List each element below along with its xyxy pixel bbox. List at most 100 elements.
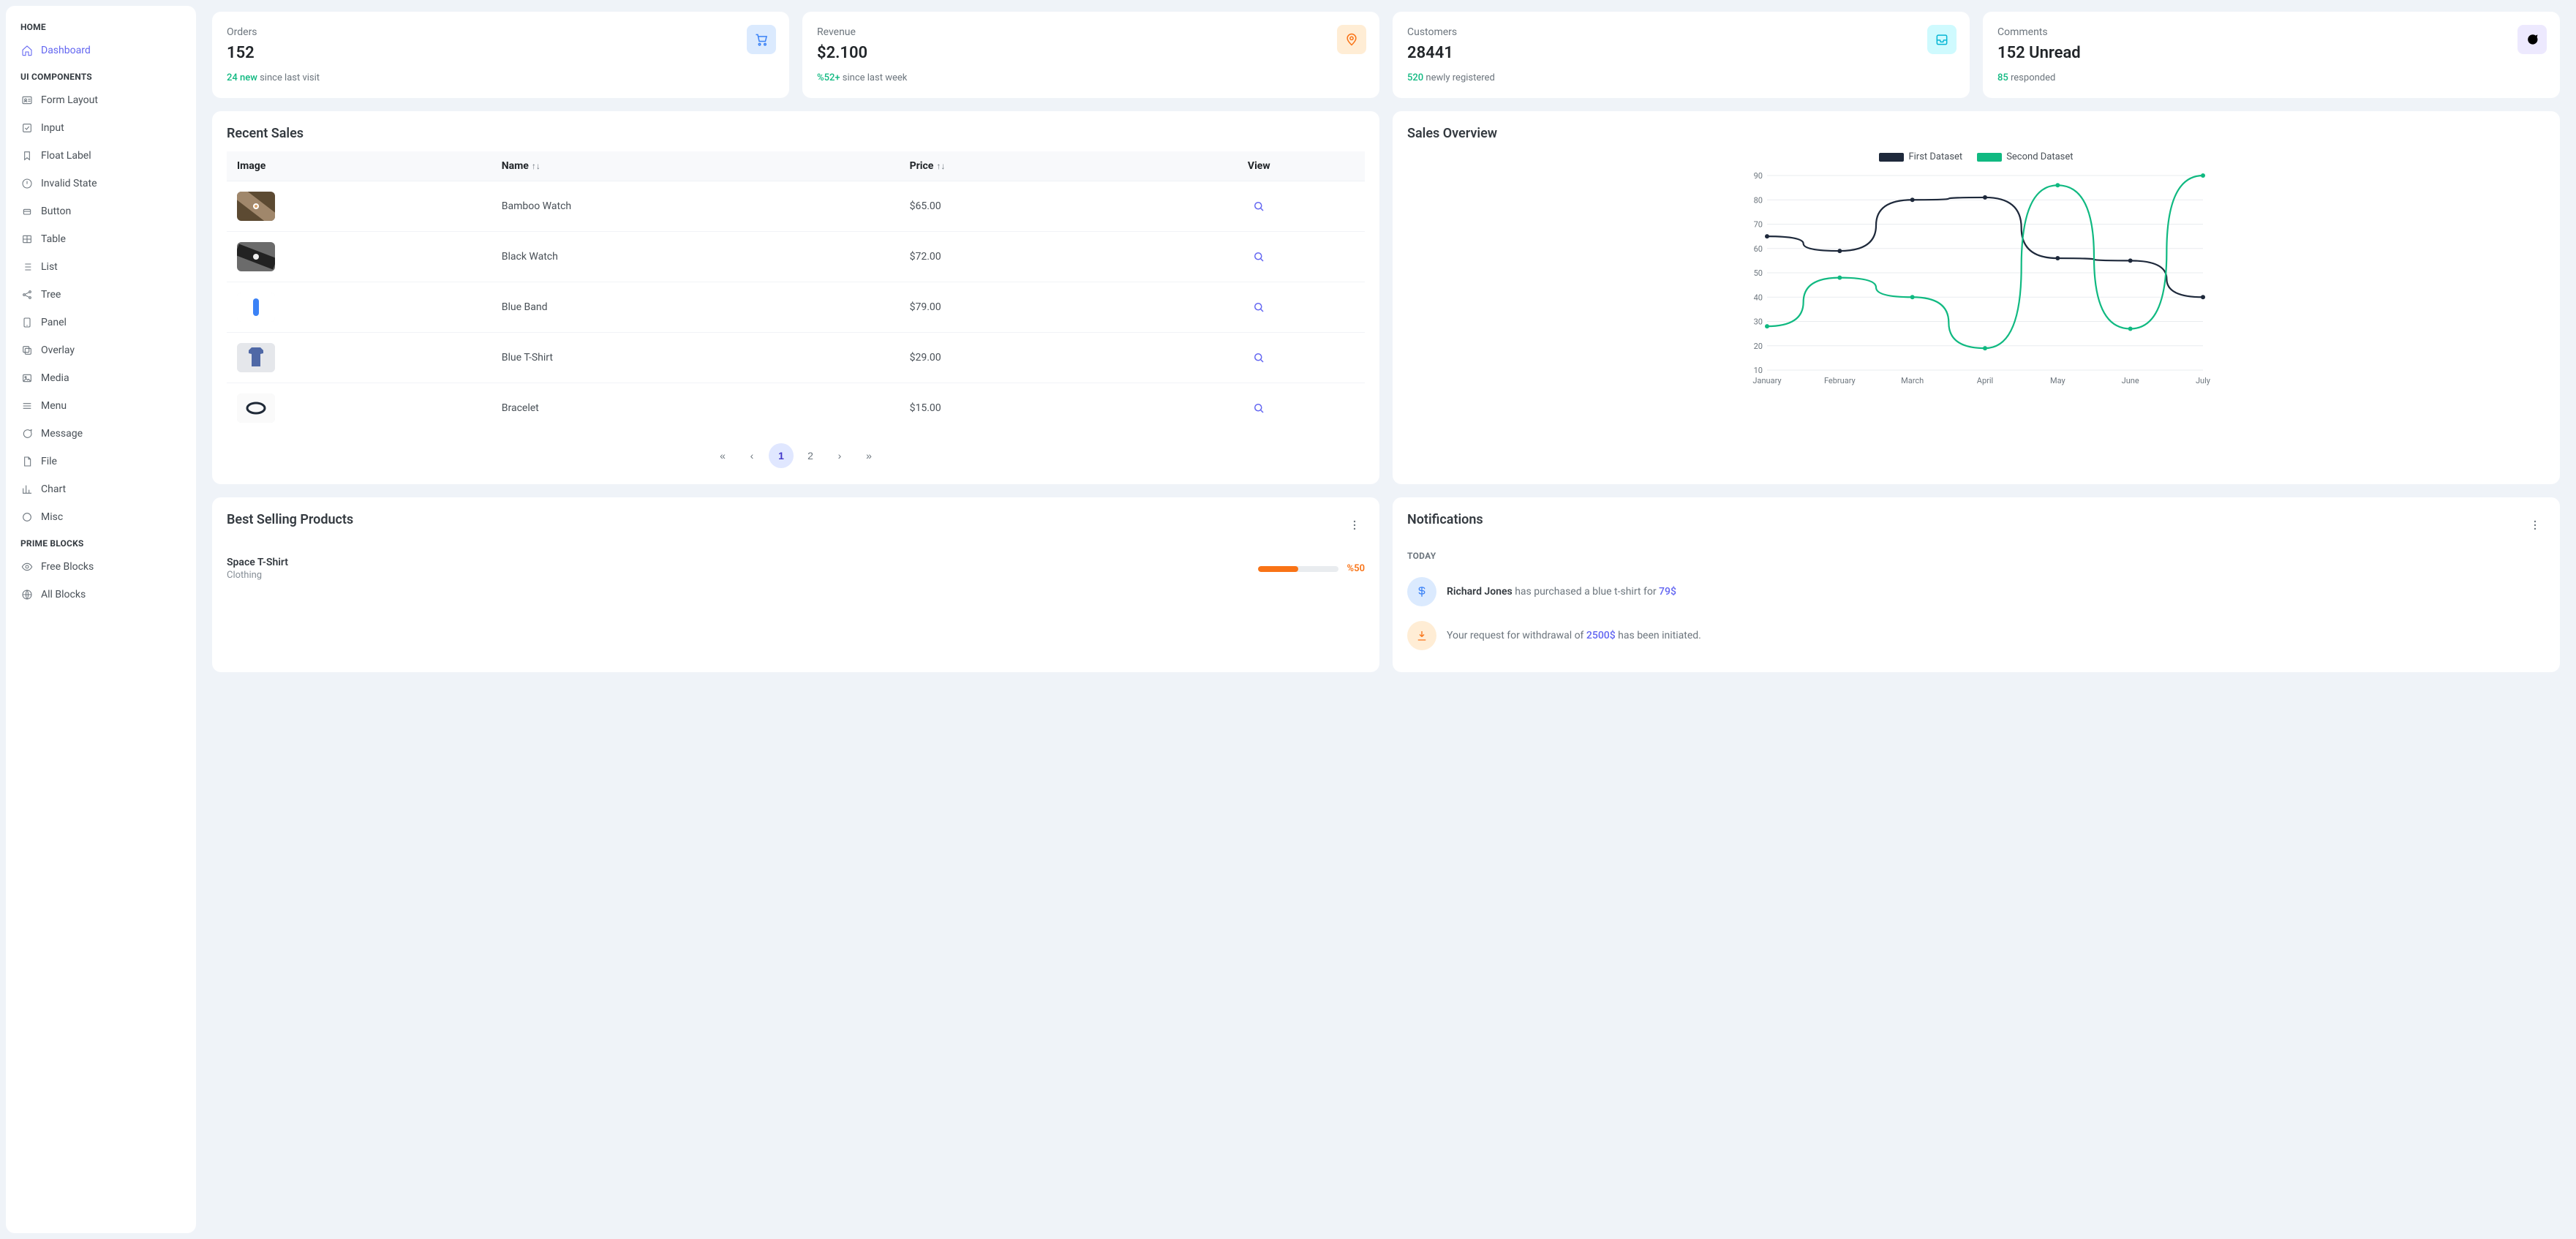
view-button[interactable]: [1246, 395, 1272, 421]
inbox-icon: [1927, 25, 1957, 54]
sidebar-item-dashboard[interactable]: Dashboard: [12, 37, 190, 64]
chart-bar-icon: [20, 483, 34, 496]
product-price: $15.00: [900, 383, 1153, 434]
notif-text: Your request for withdrawal of 2500$ has…: [1447, 630, 1701, 641]
page-2[interactable]: 2: [798, 443, 823, 468]
sidebar-item-media[interactable]: Media: [12, 364, 190, 392]
sidebar-item-tree[interactable]: Tree: [12, 281, 190, 309]
recent-sales-title: Recent Sales: [227, 126, 1365, 141]
clone-icon: [20, 344, 34, 357]
svg-text:July: July: [2196, 376, 2211, 385]
sidebar-item-button[interactable]: Button: [12, 197, 190, 225]
table-row: Blue Band$79.00: [227, 282, 1365, 333]
sort-icon: ↑↓: [936, 161, 945, 171]
svg-text:10: 10: [1754, 366, 1763, 375]
sidebar-item-free-blocks[interactable]: Free Blocks: [12, 553, 190, 581]
stat-title: Customers: [1407, 26, 1955, 38]
page-prev[interactable]: ‹: [739, 443, 764, 468]
box-icon: [20, 205, 34, 218]
sidebar-item-label: Form Layout: [41, 94, 98, 106]
product-thumb: [237, 293, 275, 322]
sidebar-item-label: List: [41, 261, 58, 273]
image-icon: [20, 372, 34, 385]
product-name: Bamboo Watch: [492, 181, 900, 232]
chart-legend: First Dataset Second Dataset: [1407, 151, 2545, 162]
recent-sales-table: Image Name↑↓ Price↑↓ View Bamboo Watch$6…: [227, 151, 1365, 433]
sidebar-item-float-label[interactable]: Float Label: [12, 142, 190, 170]
product-price: $65.00: [900, 181, 1153, 232]
table-icon: [20, 233, 34, 246]
view-button[interactable]: [1246, 294, 1272, 320]
notifications-menu-button[interactable]: [2525, 515, 2545, 535]
sidebar-item-file[interactable]: File: [12, 448, 190, 475]
sidebar-heading: UI COMPONENTS: [12, 64, 190, 86]
svg-text:May: May: [2050, 376, 2066, 385]
bookmark-icon: [20, 149, 34, 162]
notifications-card: Notifications TODAYRichard Jones has pur…: [1393, 497, 2560, 672]
notifications-title: Notifications: [1407, 512, 1483, 527]
sidebar-item-chart[interactable]: Chart: [12, 475, 190, 503]
id-card-icon: [20, 94, 34, 107]
product-thumb: [237, 343, 275, 372]
sales-chart: 102030405060708090JanuaryFebruaryMarchAp…: [1407, 168, 2545, 388]
progress-bar: [1258, 566, 1338, 572]
col-price[interactable]: Price↑↓: [900, 151, 1153, 181]
page-1[interactable]: 1: [769, 443, 794, 468]
view-button[interactable]: [1246, 344, 1272, 371]
sidebar-item-label: Menu: [41, 400, 67, 412]
svg-text:June: June: [2122, 376, 2139, 385]
page-first[interactable]: «: [710, 443, 735, 468]
sidebar-heading: HOME: [12, 15, 190, 37]
sidebar-item-overlay[interactable]: Overlay: [12, 336, 190, 364]
sidebar-item-all-blocks[interactable]: All Blocks: [12, 581, 190, 609]
sidebar-item-input[interactable]: Input: [12, 114, 190, 142]
sidebar-item-menu[interactable]: Menu: [12, 392, 190, 420]
sidebar-item-invalid-state[interactable]: Invalid State: [12, 170, 190, 197]
stat-sub: 85 responded: [1997, 72, 2545, 83]
sidebar-item-panel[interactable]: Panel: [12, 309, 190, 336]
table-row: Bracelet$15.00: [227, 383, 1365, 434]
svg-text:January: January: [1752, 376, 1782, 385]
sidebar-item-table[interactable]: Table: [12, 225, 190, 253]
sidebar-item-misc[interactable]: Misc: [12, 503, 190, 531]
paginator: «‹12›»: [227, 433, 1365, 470]
view-button[interactable]: [1246, 193, 1272, 219]
col-name[interactable]: Name↑↓: [492, 151, 900, 181]
table-row: Black Watch$72.00: [227, 232, 1365, 282]
sidebar-item-label: Overlay: [41, 344, 75, 356]
stat-title: Orders: [227, 26, 775, 38]
sidebar-item-form-layout[interactable]: Form Layout: [12, 86, 190, 114]
bsp-name: Space T-Shirt: [227, 557, 288, 568]
svg-text:February: February: [1824, 376, 1856, 385]
list-icon: [20, 260, 34, 274]
dollar-icon: [1407, 577, 1436, 606]
svg-text:60: 60: [1754, 244, 1763, 254]
best-selling-menu-button[interactable]: [1344, 515, 1365, 535]
stat-card-orders: Orders15224 new since last visit: [212, 12, 789, 98]
legend-first[interactable]: First Dataset: [1879, 151, 1962, 162]
product-price: $79.00: [900, 282, 1153, 333]
stat-sub: 24 new since last visit: [227, 72, 775, 83]
bars-icon: [20, 399, 34, 413]
stat-card-customers: Customers28441520 newly registered: [1393, 12, 1970, 98]
page-last[interactable]: »: [856, 443, 881, 468]
col-view: View: [1153, 151, 1365, 181]
sidebar-item-label: Float Label: [41, 150, 91, 162]
notif-text: Richard Jones has purchased a blue t-shi…: [1447, 586, 1676, 598]
home-icon: [20, 44, 34, 57]
sidebar-item-list[interactable]: List: [12, 253, 190, 281]
sidebar-item-label: Tree: [41, 289, 61, 301]
sidebar-item-label: Dashboard: [41, 45, 91, 56]
view-button[interactable]: [1246, 244, 1272, 270]
stat-title: Revenue: [817, 26, 1365, 38]
globe-icon: [20, 588, 34, 601]
product-name: Blue Band: [492, 282, 900, 333]
svg-text:80: 80: [1754, 195, 1763, 205]
sidebar-item-label: Misc: [41, 511, 63, 523]
product-thumb: [237, 393, 275, 423]
file-icon: [20, 455, 34, 468]
comment-icon: [20, 427, 34, 440]
sidebar-item-message[interactable]: Message: [12, 420, 190, 448]
legend-second[interactable]: Second Dataset: [1977, 151, 2073, 162]
page-next[interactable]: ›: [827, 443, 852, 468]
